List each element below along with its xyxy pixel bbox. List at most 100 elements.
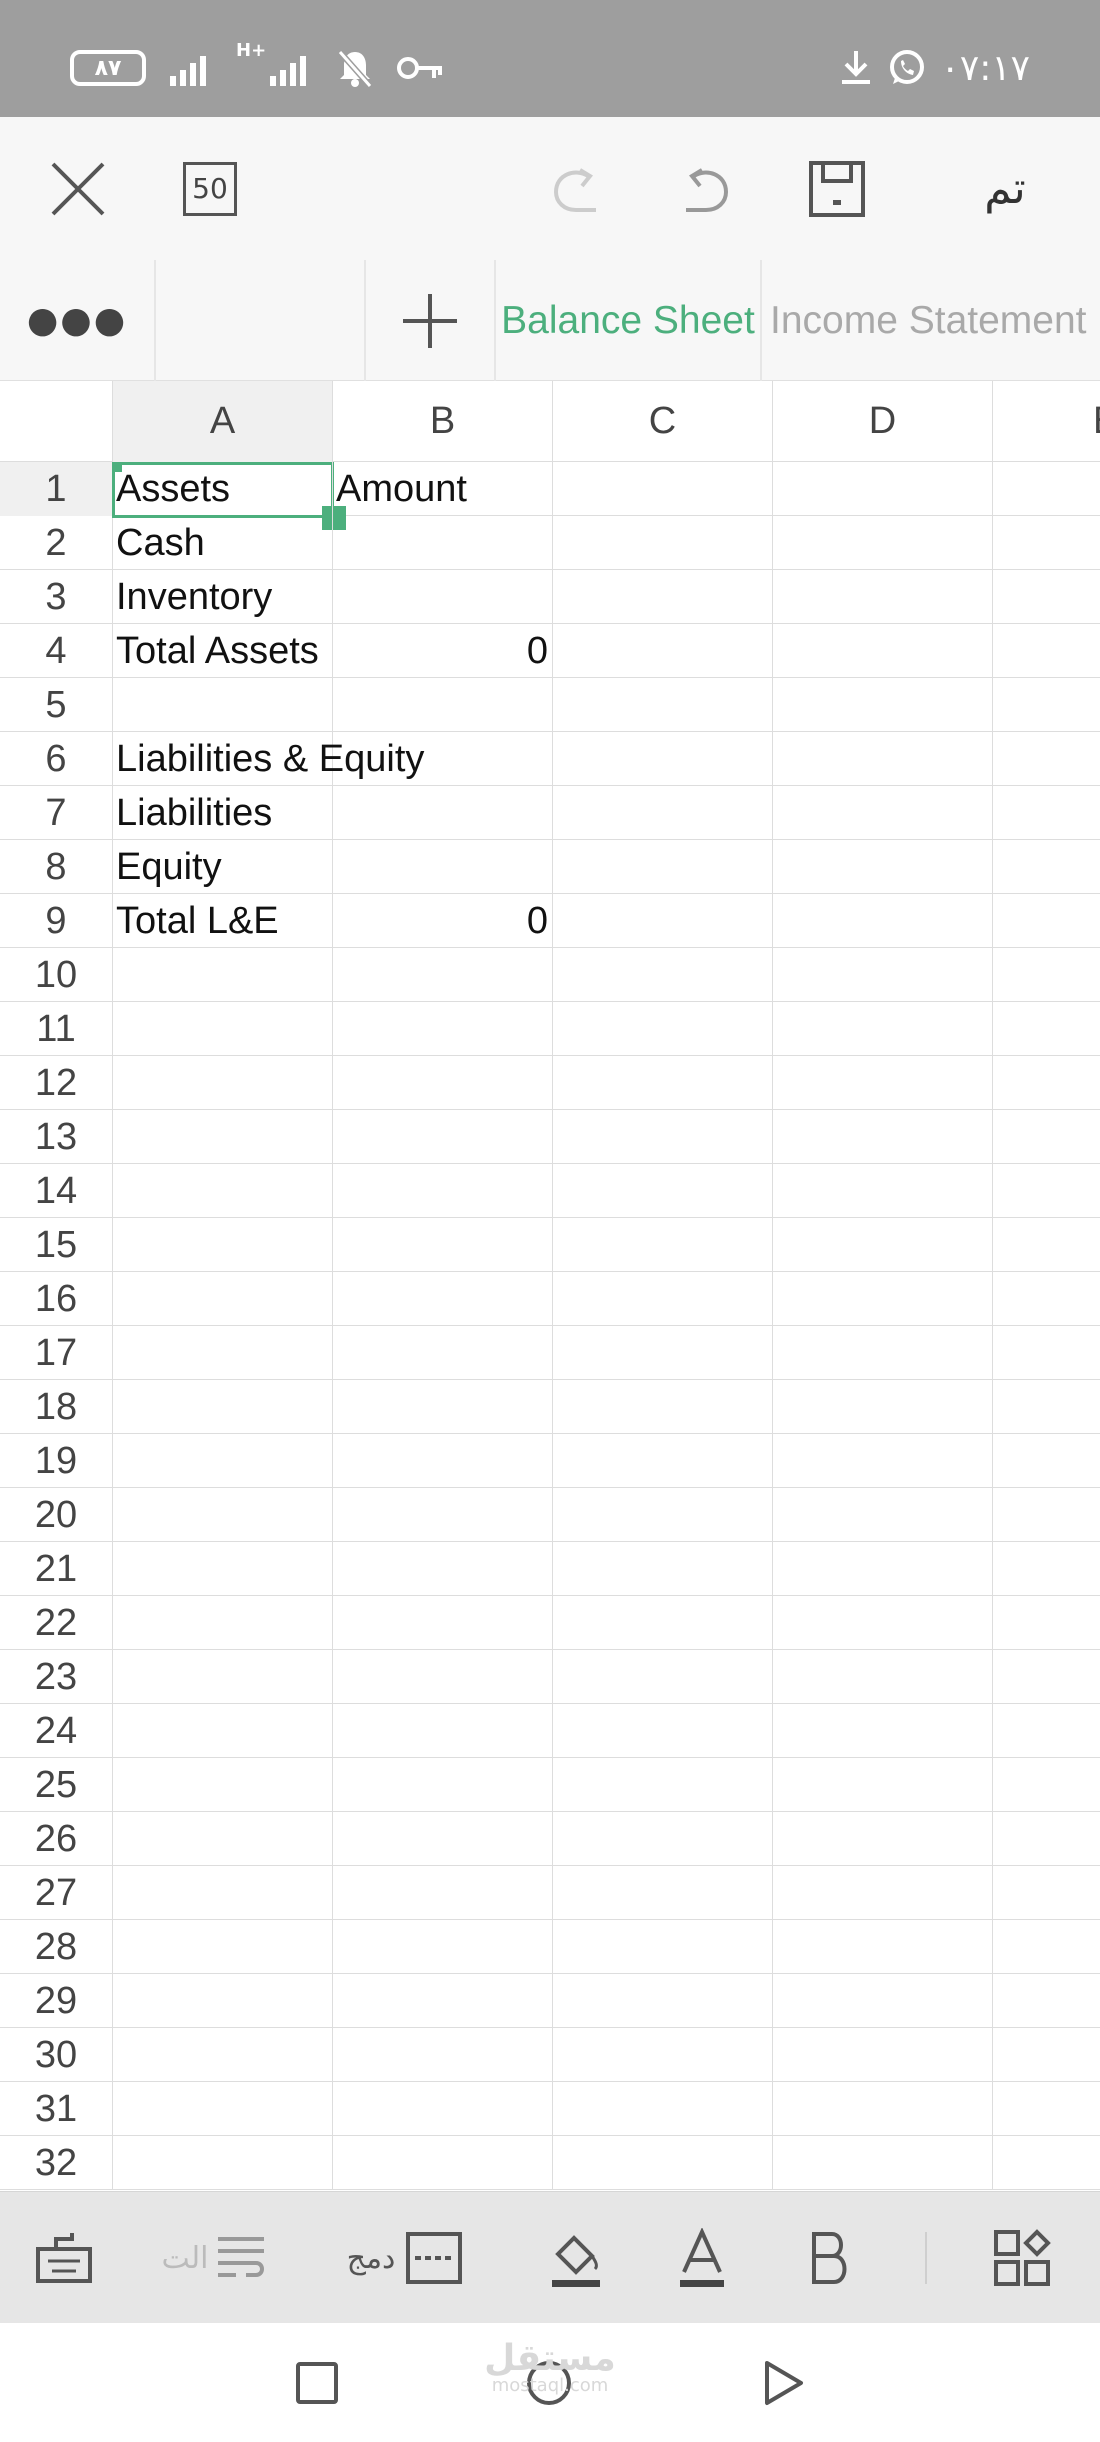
cell-d[interactable] [773,840,993,894]
add-sheet-button[interactable] [366,260,496,381]
cell-a[interactable] [113,948,333,1002]
row-header[interactable]: 14 [0,1164,113,1218]
row-header[interactable]: 1 [0,462,113,516]
merge-cells-button[interactable]: دمج [330,2192,480,2324]
cell-d[interactable] [773,1650,993,1704]
cell-c[interactable] [553,1596,773,1650]
cell-b[interactable] [333,1704,553,1758]
cell-d[interactable] [773,1002,993,1056]
cell-e[interactable] [993,1812,1100,1866]
cell-d[interactable] [773,1326,993,1380]
cell-c[interactable] [553,1758,773,1812]
cell-d[interactable] [773,1164,993,1218]
row-header[interactable]: 28 [0,1920,113,1974]
cell-d[interactable] [773,1812,993,1866]
cell-b[interactable]: 0 [333,894,553,948]
cell-a[interactable] [113,1704,333,1758]
cell-e[interactable] [993,1002,1100,1056]
row-header[interactable]: 18 [0,1380,113,1434]
cell-c[interactable] [553,1650,773,1704]
cell-b[interactable] [333,1164,553,1218]
cell-d[interactable] [773,1866,993,1920]
cell-a[interactable]: Assets [113,462,333,516]
column-header-b[interactable]: B [333,381,553,462]
done-button[interactable]: تم [960,117,1050,260]
cell-d[interactable] [773,1488,993,1542]
cell-b[interactable] [333,570,553,624]
cell-d[interactable] [773,1434,993,1488]
cell-c[interactable] [553,1434,773,1488]
font-color-button[interactable] [674,2192,730,2324]
cell-c[interactable] [553,1110,773,1164]
cell-b[interactable] [333,1758,553,1812]
cell-b[interactable]: Amount [333,462,553,516]
cell-d[interactable] [773,2028,993,2082]
cell-d[interactable] [773,1218,993,1272]
cell-a[interactable] [113,2136,333,2190]
cell-d[interactable] [773,1758,993,1812]
cell-a[interactable] [113,1002,333,1056]
cell-c[interactable] [553,894,773,948]
cell-d[interactable] [773,1542,993,1596]
cell-e[interactable] [993,1164,1100,1218]
cell-a[interactable] [113,1488,333,1542]
cell-e[interactable] [993,1704,1100,1758]
cell-c[interactable] [553,1812,773,1866]
cell-b[interactable] [333,1596,553,1650]
row-header[interactable]: 20 [0,1488,113,1542]
cell-c[interactable] [553,1272,773,1326]
row-header[interactable]: 12 [0,1056,113,1110]
back-button[interactable] [746,2323,820,2442]
spreadsheet-grid[interactable]: A B C D E 1AssetsAmount2Cash3Inventory4T… [0,381,1100,2191]
row-header[interactable]: 23 [0,1650,113,1704]
cell-a[interactable] [113,1434,333,1488]
row-header[interactable]: 26 [0,1812,113,1866]
fill-color-button[interactable] [546,2192,606,2324]
cell-a[interactable]: Liabilities & Equity [113,732,424,786]
close-button[interactable] [38,117,118,260]
cell-c[interactable] [553,840,773,894]
cell-a[interactable]: Total L&E [113,894,333,948]
cell-d[interactable] [773,894,993,948]
cell-c[interactable] [553,462,773,516]
cell-a[interactable]: Total Assets [113,624,333,678]
row-header[interactable]: 11 [0,1002,113,1056]
cell-e[interactable] [993,1110,1100,1164]
cell-d[interactable] [773,516,993,570]
cell-d[interactable] [773,948,993,1002]
cell-d[interactable] [773,1920,993,1974]
row-header[interactable]: 21 [0,1542,113,1596]
recents-button[interactable] [280,2323,354,2442]
row-header[interactable]: 30 [0,2028,113,2082]
cell-e[interactable] [993,1758,1100,1812]
sheet-tab-balance-sheet[interactable]: Balance Sheet [496,260,762,381]
more-tools-button[interactable] [988,2192,1056,2324]
cell-d[interactable] [773,1596,993,1650]
cell-e[interactable] [993,1272,1100,1326]
home-button[interactable] [512,2323,586,2442]
cell-b[interactable] [333,1380,553,1434]
cell-e[interactable] [993,570,1100,624]
row-header[interactable]: 15 [0,1218,113,1272]
cell-d[interactable] [773,2082,993,2136]
row-header[interactable]: 24 [0,1704,113,1758]
cell-d[interactable] [773,624,993,678]
row-header[interactable]: 32 [0,2136,113,2190]
cell-c[interactable] [553,2136,773,2190]
cell-b[interactable] [333,1974,553,2028]
cell-b[interactable]: 0 [333,624,553,678]
row-header[interactable]: 5 [0,678,113,732]
cell-e[interactable] [993,732,1100,786]
cell-e[interactable] [993,462,1100,516]
cell-c[interactable] [553,732,773,786]
row-header[interactable]: 8 [0,840,113,894]
column-header-e[interactable]: E [993,381,1100,462]
cell-b[interactable] [333,1272,553,1326]
cell-a[interactable] [113,1110,333,1164]
cell-e[interactable] [993,2082,1100,2136]
cell-b[interactable] [333,1488,553,1542]
row-header[interactable]: 27 [0,1866,113,1920]
cell-b[interactable] [333,1920,553,1974]
cell-d[interactable] [773,1272,993,1326]
cell-e[interactable] [993,1488,1100,1542]
